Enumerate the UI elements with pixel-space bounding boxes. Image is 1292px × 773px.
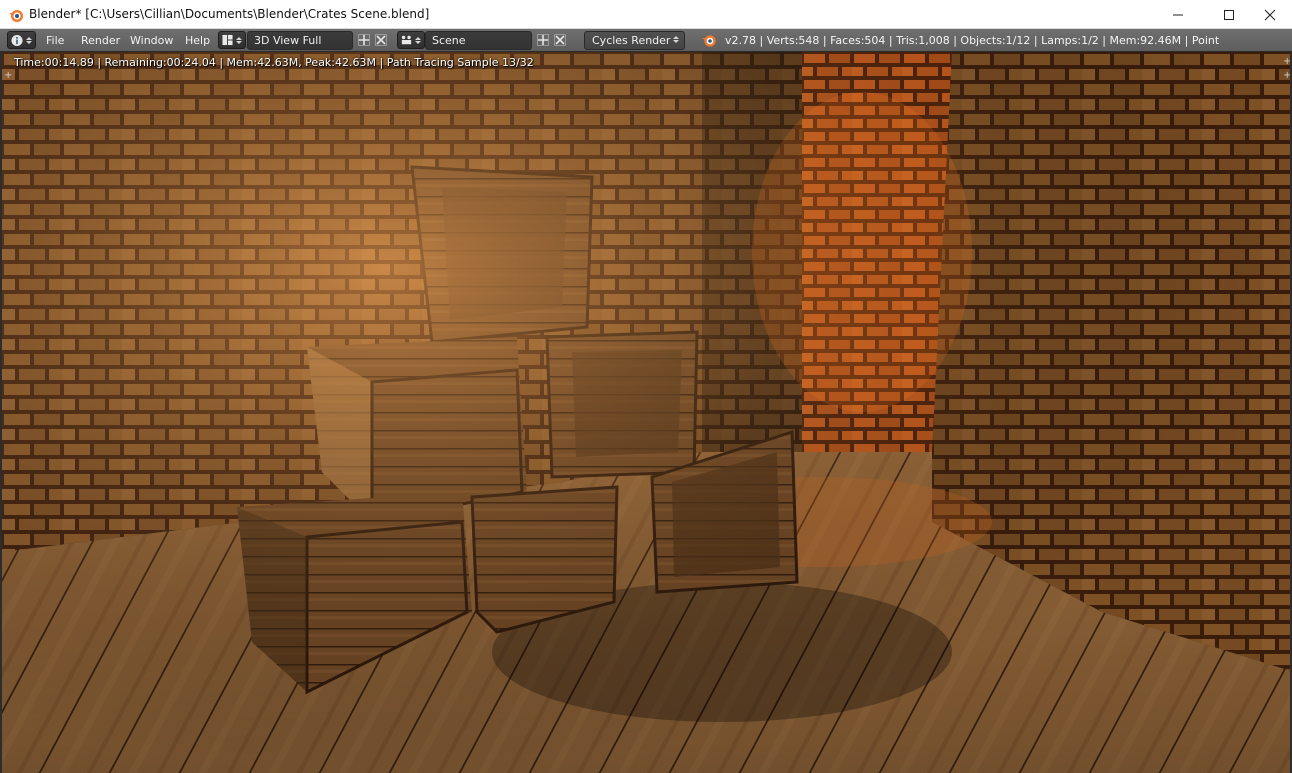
plus-icon (537, 34, 549, 46)
render-engine-label: Cycles Render (592, 34, 671, 47)
menu-help[interactable]: Help (185, 34, 210, 47)
layout-grid-icon (222, 34, 233, 46)
updown-arrows-icon (415, 36, 421, 44)
scene-stats: v2.78 | Verts:548 | Faces:504 | Tris:1,0… (725, 34, 1220, 47)
scene-field[interactable]: Scene (425, 31, 532, 50)
plus-icon (358, 34, 370, 46)
delete-scene-button[interactable] (553, 33, 567, 47)
3d-viewport[interactable]: Time:00:14.89 | Remaining:00:24.04 | Mem… (0, 52, 1292, 773)
updown-arrows-icon (236, 36, 242, 44)
render-engine-dropdown[interactable]: Cycles Render (584, 31, 685, 50)
close-button[interactable] (1247, 0, 1292, 29)
minimize-button[interactable] (1155, 0, 1201, 29)
blender-logo-icon (702, 35, 716, 47)
menu-window[interactable]: Window (130, 34, 173, 47)
add-scene-button[interactable] (536, 33, 550, 47)
screen-layout-selector[interactable] (218, 31, 246, 49)
window-titlebar: Blender* [C:\Users\Cillian\Documents\Ble… (0, 0, 1292, 29)
add-layout-button[interactable] (357, 33, 371, 47)
scene-icon (401, 35, 412, 45)
rendered-scene (2, 52, 1290, 773)
delete-layout-button[interactable] (374, 33, 388, 47)
info-icon (11, 34, 23, 46)
blender-logo-icon (9, 10, 23, 22)
editor-type-selector[interactable] (7, 31, 36, 49)
minimize-icon (1173, 14, 1183, 15)
render-progress-status: Time:00:14.89 | Remaining:00:24.04 | Mem… (14, 56, 534, 69)
updown-arrows-icon (673, 36, 679, 43)
menu-file[interactable]: File (46, 34, 64, 47)
info-header: File Render Window Help 3D View Full Sce… (0, 29, 1292, 52)
menu-render[interactable]: Render (81, 34, 120, 47)
scene-selector[interactable] (397, 31, 425, 49)
updown-arrows-icon (26, 36, 32, 44)
region-corner-widget[interactable]: + (1283, 71, 1290, 81)
screen-layout-field[interactable]: 3D View Full (247, 31, 353, 50)
close-icon (1264, 9, 1276, 20)
x-icon (554, 34, 566, 46)
region-corner-widget[interactable]: + (1283, 57, 1290, 67)
x-icon (375, 34, 387, 46)
region-corner-widget[interactable]: + (4, 71, 12, 81)
maximize-icon (1224, 9, 1234, 20)
window-title: Blender* [C:\Users\Cillian\Documents\Ble… (29, 7, 430, 21)
maximize-button[interactable] (1206, 0, 1252, 29)
